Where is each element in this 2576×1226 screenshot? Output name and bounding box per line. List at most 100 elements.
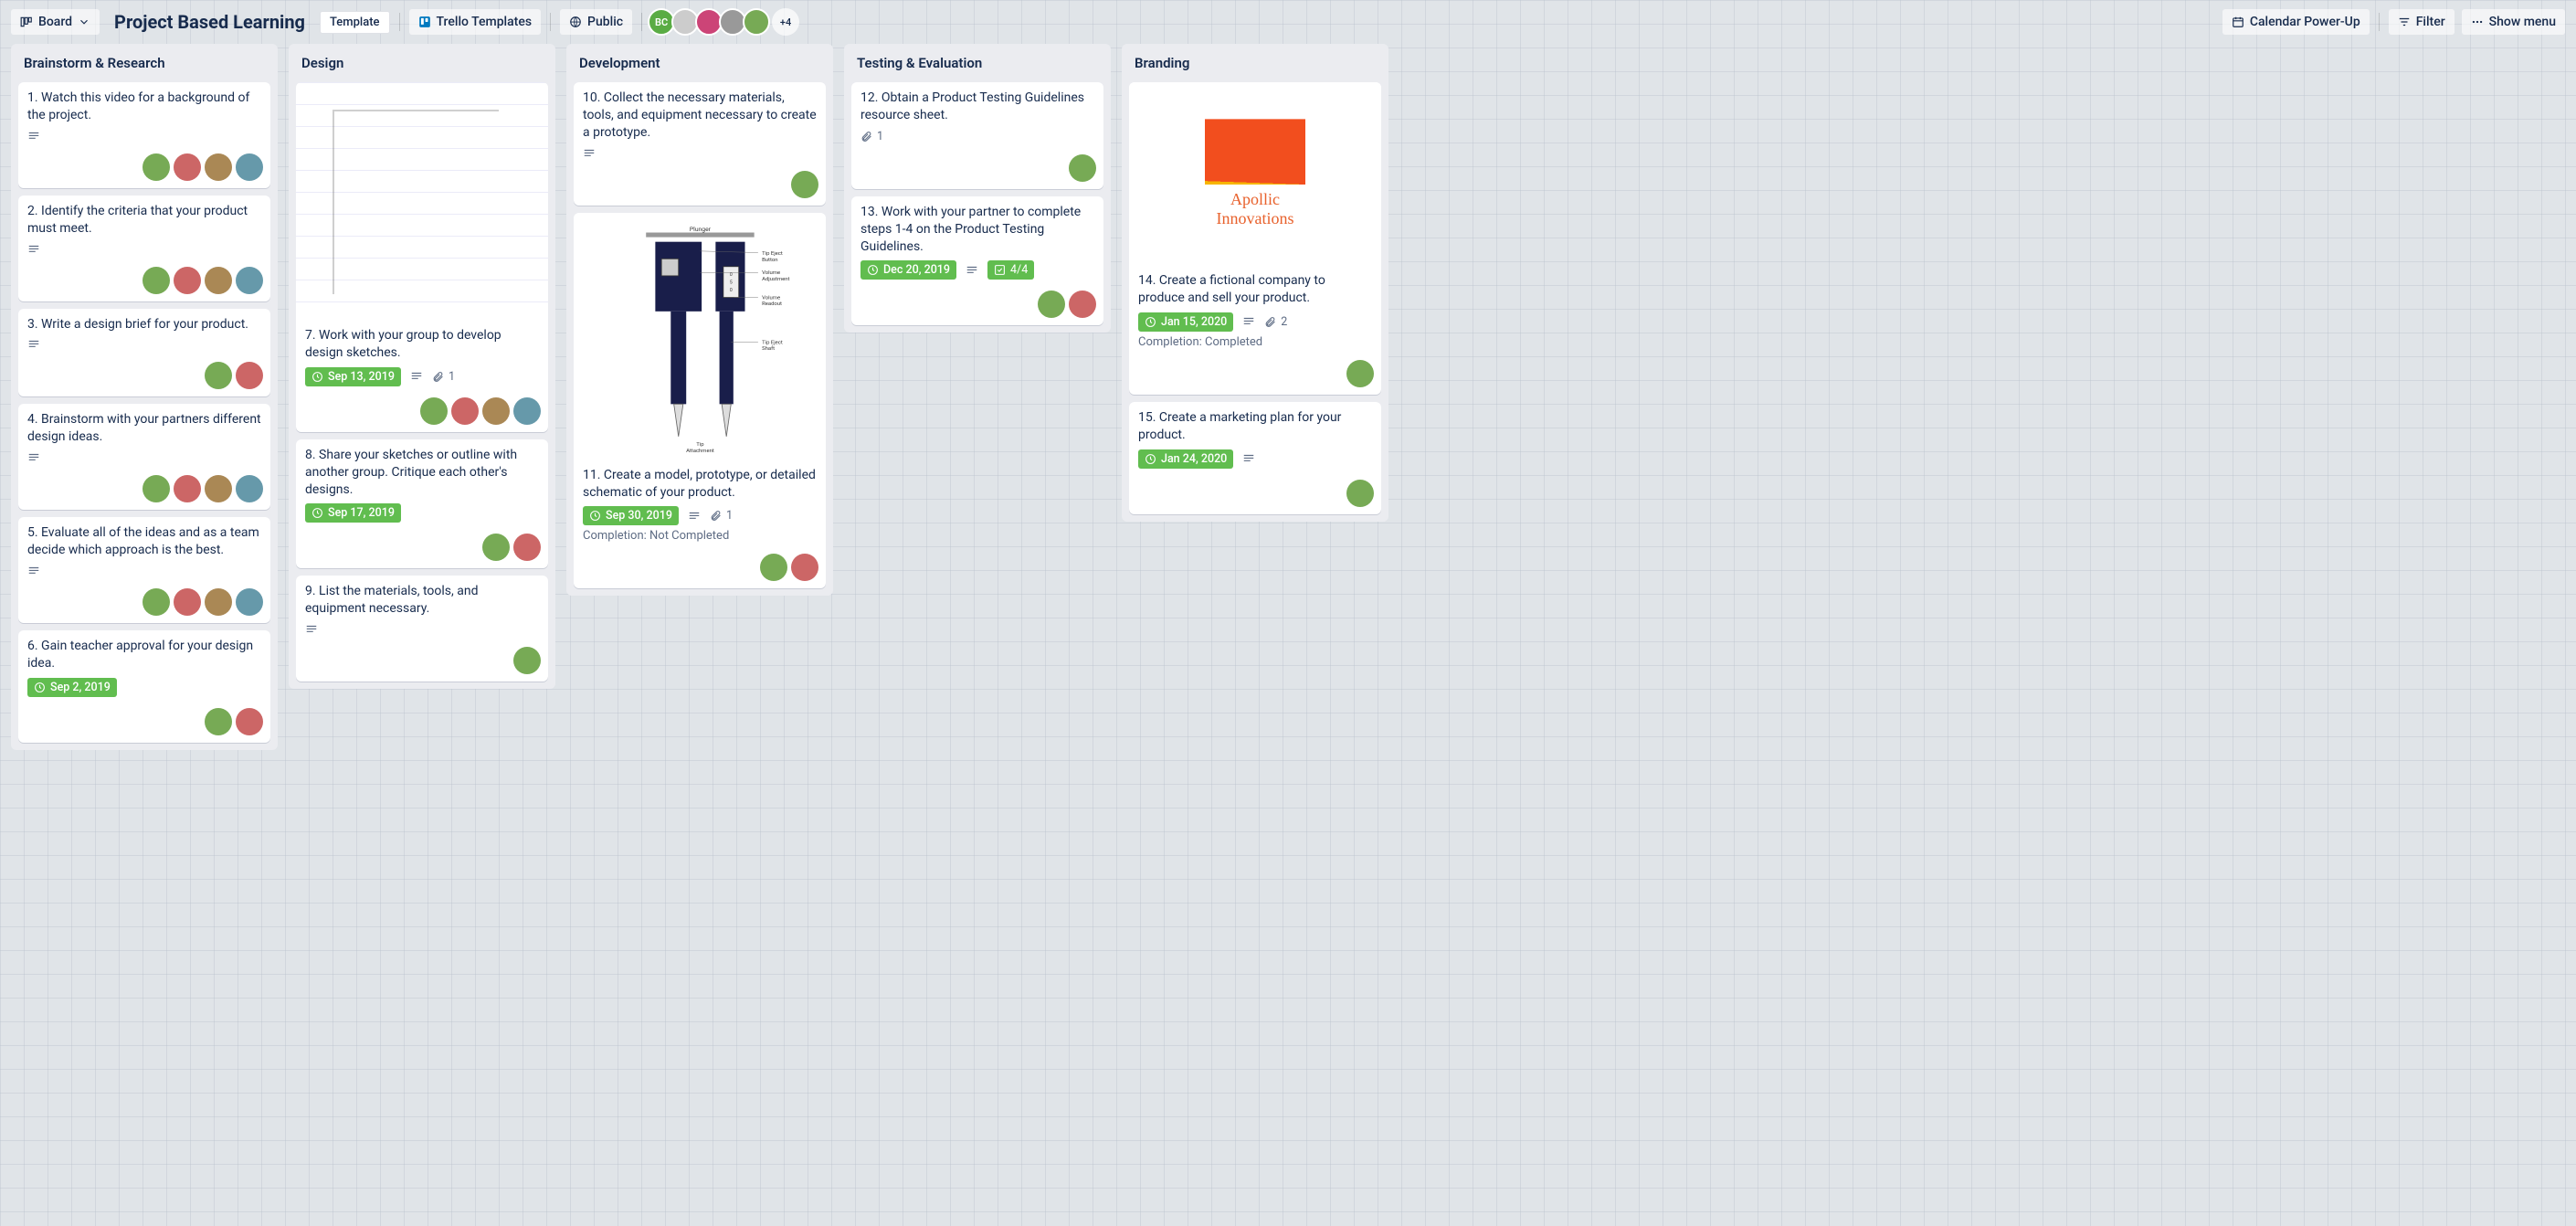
avatar[interactable] <box>1346 360 1374 387</box>
avatar[interactable] <box>174 588 201 616</box>
avatar[interactable] <box>174 475 201 502</box>
avatar[interactable] <box>1038 291 1065 318</box>
card-members <box>296 645 548 682</box>
visibility-button[interactable]: Public <box>560 9 632 35</box>
avatar[interactable] <box>482 397 510 425</box>
avatar[interactable] <box>1069 291 1096 318</box>
card[interactable]: 8. Share your sketches or outline with a… <box>296 439 548 569</box>
description-icon <box>27 243 40 256</box>
more-members-button[interactable]: +4 <box>772 8 799 36</box>
card[interactable]: ApollicInnovations14. Create a fictional… <box>1129 82 1381 395</box>
avatar[interactable] <box>205 588 232 616</box>
avatar[interactable] <box>174 153 201 181</box>
board-title[interactable]: Project Based Learning <box>107 7 312 37</box>
calendar-powerup-button[interactable]: Calendar Power-Up <box>2222 9 2370 35</box>
avatar[interactable] <box>451 397 479 425</box>
due-date-badge[interactable]: Jan 15, 2020 <box>1138 312 1233 332</box>
description-icon <box>27 565 40 577</box>
divider <box>399 13 400 31</box>
card[interactable]: 7. Work with your group to develop desig… <box>296 82 548 432</box>
workspace-label: Trello Templates <box>437 15 533 29</box>
card[interactable]: 13. Work with your partner to complete s… <box>851 196 1103 326</box>
due-date-badge[interactable]: Jan 24, 2020 <box>1138 449 1233 469</box>
svg-text:Attachment: Attachment <box>686 449 714 452</box>
view-switcher[interactable]: Board <box>11 9 100 35</box>
description-icon <box>1242 315 1255 328</box>
list-title[interactable]: Branding <box>1129 51 1381 75</box>
list-title[interactable]: Testing & Evaluation <box>851 51 1103 75</box>
avatar[interactable] <box>236 153 263 181</box>
description-icon <box>305 623 318 636</box>
filter-icon <box>2398 16 2411 28</box>
avatar[interactable] <box>482 534 510 561</box>
avatar[interactable] <box>236 708 263 735</box>
avatar[interactable] <box>791 171 818 198</box>
avatar[interactable] <box>174 267 201 294</box>
avatar[interactable] <box>236 267 263 294</box>
avatar[interactable] <box>205 153 232 181</box>
card[interactable]: 3. Write a design brief for your product… <box>18 309 270 397</box>
avatar[interactable] <box>513 647 541 674</box>
avatar[interactable] <box>743 8 770 36</box>
description-badge <box>27 338 40 351</box>
avatar[interactable] <box>513 397 541 425</box>
list-title[interactable]: Development <box>574 51 826 75</box>
list-title[interactable]: Brainstorm & Research <box>18 51 270 75</box>
avatar[interactable] <box>205 708 232 735</box>
card[interactable]: 9. List the materials, tools, and equipm… <box>296 576 548 682</box>
svg-text:Tip: Tip <box>696 442 704 448</box>
card-badges: Jan 24, 2020 <box>1138 449 1372 469</box>
avatar[interactable] <box>143 267 170 294</box>
attachment-badge: 1 <box>860 130 883 143</box>
avatar[interactable] <box>760 554 787 581</box>
due-date-badge[interactable]: Sep 30, 2019 <box>583 506 679 525</box>
avatar[interactable] <box>205 362 232 389</box>
avatar[interactable] <box>143 588 170 616</box>
workspace-button[interactable]: Trello Templates <box>409 9 542 35</box>
avatar[interactable] <box>205 267 232 294</box>
avatar[interactable] <box>236 475 263 502</box>
description-badge <box>410 370 423 383</box>
list-title[interactable]: Design <box>296 51 548 75</box>
description-badge <box>27 243 40 256</box>
template-badge[interactable]: Template <box>320 11 390 34</box>
card[interactable]: 5. Evaluate all of the ideas and as a te… <box>18 517 270 623</box>
card[interactable]: 6. Gain teacher approval for your design… <box>18 630 270 743</box>
card[interactable]: Plunger Tip Eject Button Volume Adjustme… <box>574 213 826 589</box>
card[interactable]: 15. Create a marketing plan for your pro… <box>1129 402 1381 514</box>
show-menu-button[interactable]: Show menu <box>2462 9 2565 35</box>
avatar[interactable] <box>791 554 818 581</box>
divider <box>2379 13 2380 31</box>
card-badges <box>27 451 261 464</box>
avatar[interactable] <box>420 397 448 425</box>
board-members[interactable]: BC +4 <box>651 8 799 36</box>
avatar[interactable] <box>143 153 170 181</box>
card[interactable]: 12. Obtain a Product Testing Guidelines … <box>851 82 1103 189</box>
card-members <box>574 552 826 588</box>
avatar[interactable] <box>236 588 263 616</box>
svg-text:Tip Eject: Tip Eject <box>762 251 783 257</box>
checklist-badge: 4/4 <box>987 260 1034 280</box>
svg-text:Readout: Readout <box>762 301 782 307</box>
card[interactable]: 4. Brainstorm with your partners differe… <box>18 404 270 510</box>
card[interactable]: 1. Watch this video for a background of … <box>18 82 270 188</box>
avatar[interactable] <box>143 475 170 502</box>
avatar[interactable] <box>1346 480 1374 507</box>
avatar[interactable] <box>236 362 263 389</box>
avatar[interactable] <box>205 475 232 502</box>
filter-button[interactable]: Filter <box>2389 9 2455 35</box>
due-date-badge[interactable]: Sep 2, 2019 <box>27 678 117 697</box>
avatar[interactable] <box>1069 154 1096 182</box>
card[interactable]: 10. Collect the necessary materials, too… <box>574 82 826 206</box>
due-date-badge[interactable]: Sep 17, 2019 <box>305 503 401 523</box>
due-date-badge[interactable]: Sep 13, 2019 <box>305 367 401 386</box>
chevron-down-icon <box>78 16 90 28</box>
card-cover-image: Plunger Tip Eject Button Volume Adjustme… <box>574 213 826 460</box>
card-members <box>1129 358 1381 395</box>
card-members <box>18 265 270 301</box>
due-date-badge[interactable]: Dec 20, 2019 <box>860 260 956 280</box>
card-title: 11. Create a model, prototype, or detail… <box>583 467 817 502</box>
description-badge <box>27 565 40 577</box>
avatar[interactable] <box>513 534 541 561</box>
card[interactable]: 2. Identify the criteria that your produ… <box>18 196 270 301</box>
